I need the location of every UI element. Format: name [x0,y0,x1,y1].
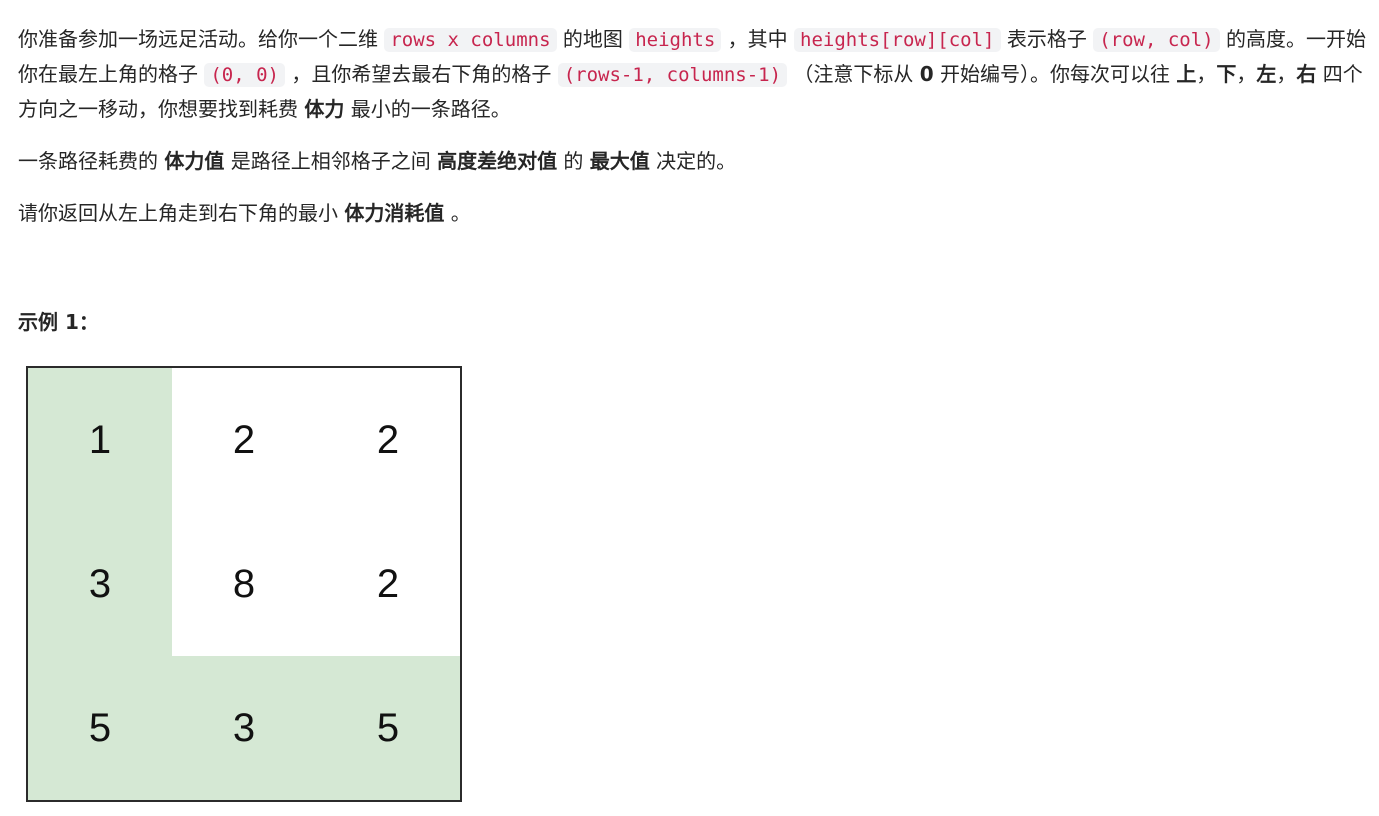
text-span: ，且你希望去最右下角的格子 [285,62,558,86]
bold-text: 0 [919,62,934,86]
description-paragraph-2: 一条路径耗费的 体力值 是路径上相邻格子之间 高度差绝对值 的 最大值 决定的。 [18,144,1368,178]
text-span: 的 [557,149,590,173]
grid-cell: 5 [28,656,172,800]
text-span: ， [1276,62,1297,86]
text-span: （注意下标从 [787,62,920,86]
text-span: 表示格子 [1000,27,1094,51]
bold-text: 体力 [304,97,345,121]
inline-code: rows x columns [384,28,557,52]
example-title: 示例 1： [18,310,99,334]
bold-text: 左 [1256,62,1277,86]
text-span: 开始编号）。你每次可以往 [933,62,1177,86]
text-span: 你准备参加一场远足活动。给你一个二维 [18,27,385,51]
bold-text: 下 [1216,62,1237,86]
bold-text: 高度差绝对值 [437,149,558,173]
grid-cell: 2 [316,512,460,656]
inline-code: heights[row][col] [794,28,1001,52]
text-span: 一条路径耗费的 [18,149,165,173]
text-span: 最小的一条路径。 [344,97,511,121]
grid-cell: 2 [172,368,316,512]
inline-code: (0, 0) [204,63,285,87]
inline-code: (rows-1, columns-1) [557,63,788,87]
description-paragraph-1: 你准备参加一场远足活动。给你一个二维 rows x columns 的地图 he… [18,22,1368,126]
inline-code: heights [629,28,722,52]
text-span: ， [1196,62,1217,86]
text-span: ， [1236,62,1257,86]
heights-grid-figure: 122382535 [26,366,462,802]
bold-text: 最大值 [589,149,650,173]
grid-cell: 5 [316,656,460,800]
text-span: 是路径上相邻格子之间 [224,149,438,173]
bold-text: 体力消耗值 [344,201,445,225]
problem-description: 你准备参加一场远足活动。给你一个二维 rows x columns 的地图 he… [18,22,1368,248]
grid-cell: 1 [28,368,172,512]
bold-text: 右 [1296,62,1317,86]
text-span: ，其中 [721,27,795,51]
text-span: 的地图 [556,27,630,51]
grid-cell: 2 [316,368,460,512]
grid-cell: 3 [172,656,316,800]
text-span: 请你返回从左上角走到右下角的最小 [18,201,345,225]
grid-cell: 8 [172,512,316,656]
text-span: 决定的。 [649,149,737,173]
text-span: 。 [444,201,471,225]
bold-text: 体力值 [164,149,225,173]
inline-code: (row, col) [1093,28,1220,52]
description-paragraph-3: 请你返回从左上角走到右下角的最小 体力消耗值 。 [18,196,1368,230]
grid-cell: 3 [28,512,172,656]
bold-text: 上 [1176,62,1197,86]
